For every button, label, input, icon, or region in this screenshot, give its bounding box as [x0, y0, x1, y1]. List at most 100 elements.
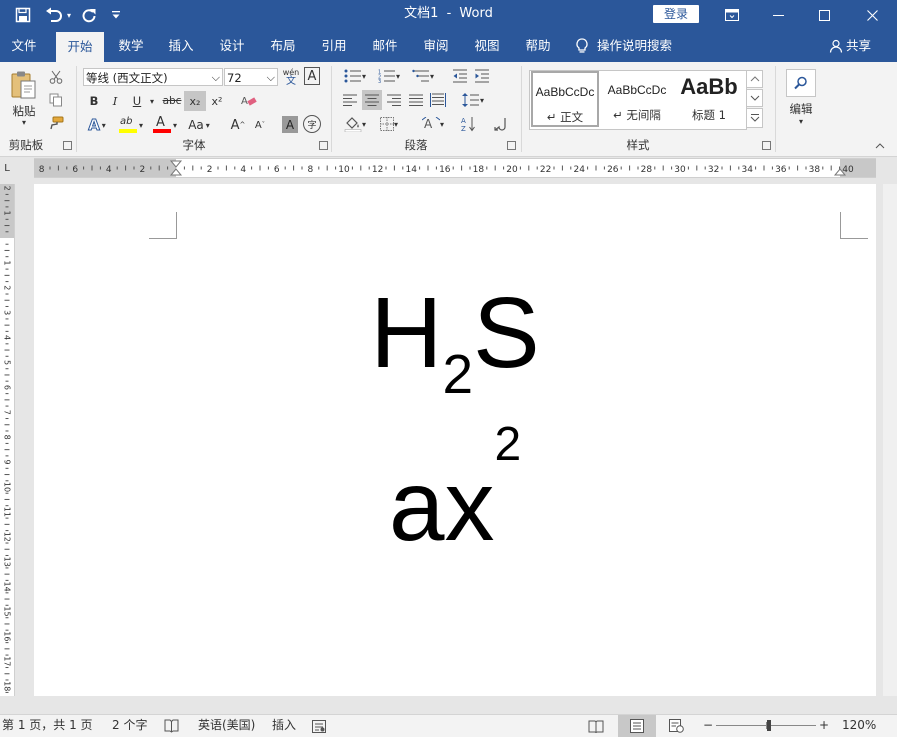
zoom-out-button[interactable]: − [702, 715, 714, 737]
underline-dropdown[interactable]: ▾ [147, 91, 157, 111]
font-color-button[interactable]: A ▾ [150, 114, 180, 136]
numbering-button[interactable]: 123 ▾ [374, 66, 404, 86]
chevron-up-icon [750, 76, 759, 82]
horizontal-ruler[interactable]: 8 6 4 2 2 4 6 8 10 12 14 16 18 20 22 24 26 28 30 32 34 36 38 40 [34, 158, 876, 178]
chevron-down-icon: ⌵ [266, 71, 275, 84]
tab-design[interactable]: 设计 [209, 30, 255, 62]
bold-button[interactable]: B [84, 91, 104, 111]
styles-scroll-up-button[interactable] [746, 70, 763, 88]
cut-button[interactable] [46, 67, 66, 87]
language-status[interactable]: 英语(美国) [198, 715, 255, 737]
grow-font-button[interactable]: A ^ [228, 114, 248, 136]
proofing-status[interactable] [164, 715, 182, 737]
justify-button[interactable] [406, 90, 426, 110]
page-number-status[interactable]: 第 1 页，共 1 页 [2, 715, 93, 737]
format-painter-button[interactable] [46, 113, 66, 133]
ruler-label: 30 [674, 165, 686, 175]
align-center-button[interactable] [362, 90, 382, 110]
decrease-indent-button[interactable] [450, 66, 470, 86]
undo-dropdown[interactable]: ▾ [64, 0, 74, 30]
align-left-button[interactable] [340, 90, 360, 110]
vertical-scrollbar[interactable] [883, 184, 897, 696]
minimize-button[interactable] [755, 0, 801, 30]
macro-status[interactable] [312, 715, 328, 737]
style-heading-1[interactable]: AaBb 标题 1 [676, 71, 742, 127]
phonetic-guide-button[interactable]: wén 文 [281, 66, 301, 88]
tab-mailings[interactable]: 邮件 [362, 30, 408, 62]
distributed-button[interactable] [428, 90, 448, 110]
styles-scroll-down-button[interactable] [746, 89, 763, 107]
clipboard-dialog-launcher[interactable] [63, 141, 72, 150]
copy-button[interactable] [46, 90, 66, 110]
sort-button[interactable]: AZ [458, 114, 480, 134]
style-normal[interactable]: AaBbCcDc ↵ 正文 [531, 71, 599, 127]
maximize-button[interactable] [801, 0, 847, 30]
multilevel-list-button[interactable]: ▾ [408, 66, 438, 86]
text-effects-button[interactable]: A ▾ [84, 114, 110, 136]
tab-insert[interactable]: 插入 [158, 30, 204, 62]
subscript-button[interactable]: x₂ [184, 91, 206, 111]
word-count-status[interactable]: 2 个字 [112, 715, 147, 737]
zoom-slider-thumb[interactable] [766, 720, 771, 731]
borders-button[interactable]: ▾ [374, 114, 404, 134]
customize-qat-button[interactable] [108, 0, 124, 30]
collapse-ribbon-button[interactable] [872, 140, 888, 152]
formula-h2s[interactable]: H2S [34, 283, 876, 405]
align-right-button[interactable] [384, 90, 404, 110]
font-dialog-launcher[interactable] [319, 141, 328, 150]
tab-references[interactable]: 引用 [311, 30, 357, 62]
underline-button[interactable]: U [127, 91, 147, 111]
paste-button[interactable]: 粘贴 ▾ [4, 66, 44, 130]
style-no-spacing[interactable]: AaBbCcDc ↵ 无间隔 [604, 71, 670, 127]
shading-button[interactable]: ▾ [340, 114, 370, 134]
read-mode-button[interactable] [584, 715, 608, 737]
document-page[interactable]: H2S ax2 [34, 184, 876, 696]
styles-more-button[interactable] [746, 108, 763, 128]
tab-file[interactable]: 文件 [0, 30, 48, 62]
tell-me-search[interactable]: 操作说明搜索 [575, 30, 685, 62]
font-size-combo[interactable]: 72 ⌵ [224, 68, 278, 86]
save-button[interactable] [8, 0, 38, 30]
clear-formatting-button[interactable]: A [239, 91, 259, 111]
zoom-level[interactable]: 120% [842, 715, 876, 737]
tab-help[interactable]: 帮助 [515, 30, 561, 62]
change-case-button[interactable]: Aa ▾ [184, 114, 214, 136]
strikethrough-button[interactable]: abc [160, 91, 184, 111]
ribbon-display-options-button[interactable] [709, 0, 755, 30]
vertical-ruler[interactable]: 21123456789101112131415161718 [0, 184, 15, 696]
enclose-characters-button[interactable]: 字 [303, 115, 321, 133]
tab-view[interactable]: 视图 [464, 30, 510, 62]
character-shading-button[interactable]: A [282, 116, 298, 133]
undo-button[interactable] [42, 0, 66, 30]
zoom-in-button[interactable]: + [818, 715, 830, 737]
web-layout-button[interactable] [664, 715, 688, 737]
character-border-button[interactable]: A [304, 67, 320, 85]
paragraph-dialog-launcher[interactable] [507, 141, 516, 150]
styles-dialog-launcher[interactable] [762, 141, 771, 150]
line-spacing-button[interactable]: ▾ [458, 90, 488, 110]
tab-layout[interactable]: 布局 [260, 30, 306, 62]
login-button[interactable]: 登录 [653, 5, 699, 23]
highlight-color-button[interactable]: ab ▾ [116, 114, 146, 136]
tab-review[interactable]: 审阅 [413, 30, 459, 62]
print-layout-button[interactable] [618, 715, 656, 737]
share-button[interactable]: 共享 [822, 30, 878, 62]
superscript-button[interactable]: x² [207, 91, 227, 111]
chinese-layout-button[interactable]: A ▾ [418, 114, 448, 134]
align-left-icon [343, 94, 357, 106]
zoom-slider[interactable] [716, 715, 816, 737]
shrink-font-button[interactable]: Aˇ [250, 114, 270, 136]
bullets-button[interactable]: ▾ [340, 66, 370, 86]
tab-home[interactable]: 开始 [56, 32, 104, 62]
italic-button[interactable]: I [105, 91, 125, 111]
close-button[interactable] [847, 0, 897, 30]
font-name-combo[interactable]: 等线 (西文正文) ⌵ [83, 68, 223, 86]
tab-math[interactable]: 数学 [108, 30, 154, 62]
editing-button[interactable]: 编辑 ▾ [783, 66, 819, 130]
show-formatting-marks-button[interactable] [490, 114, 510, 134]
tab-selector[interactable]: L [0, 160, 14, 176]
increase-indent-button[interactable] [472, 66, 492, 86]
insert-mode-status[interactable]: 插入 [272, 715, 296, 737]
redo-button[interactable] [78, 0, 100, 30]
formula-ax2[interactable]: ax2 [34, 418, 876, 575]
